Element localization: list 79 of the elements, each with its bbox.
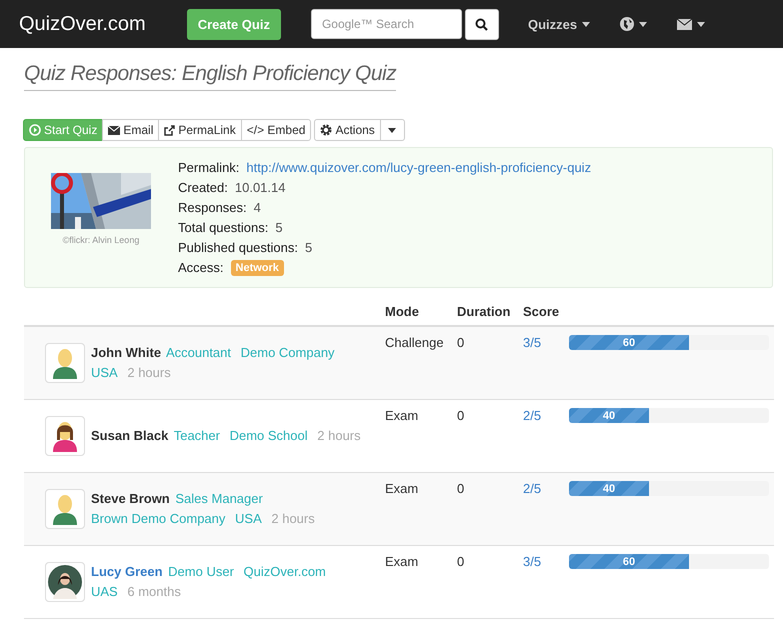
user-name: John White: [91, 345, 162, 360]
page-title: Quiz Responses: English Proficiency Quiz: [24, 62, 396, 91]
globe-icon: [620, 17, 634, 31]
response-time: 2 hours: [271, 511, 315, 526]
brand-logo[interactable]: QuizOver.com: [19, 12, 146, 36]
user-icon: [51, 347, 79, 379]
response-time: 2 hours: [317, 428, 361, 443]
score-link[interactable]: 3/5: [523, 335, 569, 399]
column-header: Score: [523, 304, 560, 319]
user-icon: [51, 420, 79, 452]
column-header: Mode: [385, 304, 420, 319]
play-icon: [29, 124, 41, 136]
mail-icon: [677, 18, 692, 30]
actions-dropdown-button[interactable]: [380, 119, 405, 141]
search-field[interactable]: Google™ Search: [310, 9, 462, 39]
field-value: 4: [254, 200, 261, 215]
permalink[interactable]: http://www.quizover.com/lucy-green-english-proficiency-quiz: [246, 160, 592, 175]
score-bar-fill: 60: [569, 554, 689, 569]
user-name: Susan Black: [91, 428, 168, 443]
user-tag[interactable]: USA: [235, 511, 262, 526]
field-label: Created:: [178, 180, 228, 195]
mode-cell-text: Exam: [385, 481, 420, 498]
mail-menu[interactable]: [677, 18, 706, 30]
response-time: 2 hours: [127, 365, 171, 380]
quizzes-menu[interactable]: Quizzes: [528, 16, 590, 32]
field-label: Total questions:: [178, 220, 268, 235]
settings-icon: [320, 124, 332, 136]
field-value: 10.01.14: [234, 180, 286, 195]
user-tag[interactable]: Demo School: [230, 428, 308, 443]
response-time: 6 months: [127, 584, 181, 599]
mail-icon: [108, 126, 120, 134]
user-tag[interactable]: Teacher: [174, 428, 220, 443]
create-quiz-button[interactable]: Create Quiz: [186, 8, 281, 40]
user-tag[interactable]: Demo Company: [240, 345, 335, 360]
permalink-button[interactable]: PermaLink: [158, 119, 242, 141]
actions-button[interactable]: Actions: [314, 119, 381, 141]
access-badge: Network: [230, 260, 284, 276]
score-link[interactable]: 3/5: [523, 554, 569, 618]
field-label: Permalink:: [178, 160, 240, 175]
mode-cell-text: Challenge: [385, 335, 445, 352]
share-icon: [164, 124, 176, 136]
column-header: Duration: [457, 304, 512, 319]
duration-cell-text: 0: [457, 481, 466, 498]
user-tag[interactable]: Accountant: [166, 345, 231, 360]
embed-button[interactable]: </> Embed: [240, 119, 312, 141]
user-name[interactable]: Lucy Green: [91, 564, 163, 579]
user-tag[interactable]: Brown Demo Company: [91, 511, 226, 526]
search-button[interactable]: [464, 8, 499, 40]
user-icon: [51, 493, 79, 525]
mode-cell-text: Exam: [385, 554, 420, 571]
duration-cell-text: 0: [457, 554, 466, 571]
score-bar-fill: 40: [569, 481, 649, 496]
field-label: Published questions:: [178, 240, 298, 255]
caret-icon: [388, 128, 396, 132]
user-name: Steve Brown: [91, 491, 170, 506]
user-tag[interactable]: Demo User: [168, 564, 234, 579]
caret-icon: [639, 22, 648, 26]
user-tag[interactable]: QuizOver.com: [244, 564, 326, 579]
email-button[interactable]: Email: [102, 119, 160, 141]
score-bar-fill: 40: [569, 408, 649, 423]
caret-icon: [582, 22, 590, 26]
field-value: 5: [304, 240, 312, 255]
mode-cell-text: Exam: [385, 408, 420, 425]
field-value: 5: [275, 220, 283, 235]
start-quiz-button[interactable]: Start Quiz: [23, 119, 104, 141]
user-tag[interactable]: USA: [91, 365, 118, 380]
photo-credit: ©flickr: Alvin Leong: [62, 235, 140, 245]
duration-cell-text: 0: [457, 408, 466, 425]
field-label: Responses:: [178, 200, 247, 215]
caret-icon: [697, 22, 706, 26]
duration-cell-text: 0: [457, 335, 466, 352]
globe-menu[interactable]: [620, 17, 648, 31]
score-bar-fill: 60: [569, 335, 689, 350]
score-link[interactable]: 2/5: [523, 408, 569, 472]
field-label: Access:: [178, 260, 224, 275]
search-icon: [475, 18, 488, 30]
user-tag[interactable]: UAS: [91, 584, 118, 599]
score-link[interactable]: 2/5: [523, 481, 569, 545]
user-tag[interactable]: Sales Manager: [175, 491, 263, 506]
